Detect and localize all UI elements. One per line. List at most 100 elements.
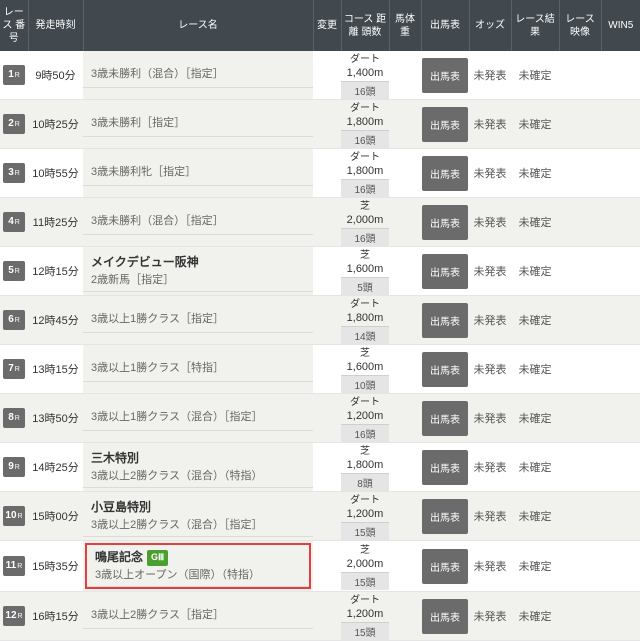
race-no-cell: 12R (0, 592, 28, 641)
header-result: レース結果 (511, 0, 559, 51)
course-cell: 芝2,000m16頭 (341, 198, 389, 247)
entry-list-button[interactable]: 出馬表 (422, 352, 468, 387)
video-cell (559, 345, 601, 394)
race-conditions: 2歳新馬［指定］ (83, 272, 313, 293)
race-no-badge: 4R (3, 212, 25, 232)
weight-cell (389, 394, 421, 443)
video-cell (559, 198, 601, 247)
odds-cell: 未発表 (469, 100, 511, 149)
course-surface: ダート (341, 296, 389, 312)
entry-list-button[interactable]: 出馬表 (422, 549, 468, 584)
course-distance: 2,000m (341, 214, 389, 228)
win5-cell (601, 247, 640, 296)
race-name-cell[interactable]: 3歳以上1勝クラス［特指］ (83, 345, 313, 394)
grade-badge: GⅢ (147, 550, 168, 566)
entry-cell: 出馬表 (421, 443, 469, 492)
course-distance: 1,800m (341, 116, 389, 130)
video-cell (559, 100, 601, 149)
entry-list-button[interactable]: 出馬表 (422, 401, 468, 436)
entry-list-button[interactable]: 出馬表 (422, 599, 468, 634)
course-surface: ダート (341, 100, 389, 116)
race-name-cell[interactable]: 3歳未勝利［指定］ (83, 100, 313, 149)
entry-list-button[interactable]: 出馬表 (422, 254, 468, 289)
course-surface: 芝 (341, 443, 389, 459)
race-name-cell[interactable]: 3歳以上2勝クラス［指定］ (83, 592, 313, 641)
win5-cell (601, 100, 640, 149)
win5-cell (601, 492, 640, 541)
course-surface: ダート (341, 394, 389, 410)
header-race-name: レース名 (83, 0, 313, 51)
race-name-cell[interactable]: 3歳未勝利（混合）［指定］ (83, 198, 313, 247)
table-header: レース 番号 発走時刻 レース名 変更 コース 距離 頭数 馬体重 出馬表 オッ… (0, 0, 640, 51)
entry-list-button[interactable]: 出馬表 (422, 107, 468, 142)
weight-cell (389, 51, 421, 100)
race-conditions: 3歳以上1勝クラス（混合）［指定］ (83, 405, 313, 431)
entry-list-button[interactable]: 出馬表 (422, 205, 468, 240)
race-name-cell[interactable]: 3歳未勝利牝［指定］ (83, 149, 313, 198)
header-change: 変更 (313, 0, 341, 51)
course-distance: 1,800m (341, 165, 389, 179)
odds-cell: 未発表 (469, 149, 511, 198)
start-time: 15時00分 (28, 492, 83, 541)
entry-cell: 出馬表 (421, 247, 469, 296)
video-cell (559, 394, 601, 443)
entry-cell: 出馬表 (421, 149, 469, 198)
entry-list-button[interactable]: 出馬表 (422, 499, 468, 534)
result-cell: 未確定 (511, 394, 559, 443)
course-heads: 16頭 (341, 81, 389, 99)
weight-cell (389, 149, 421, 198)
change-cell (313, 149, 341, 198)
start-time: 14時25分 (28, 443, 83, 492)
race-no-cell: 3R (0, 149, 28, 198)
entry-cell: 出馬表 (421, 394, 469, 443)
change-cell (313, 247, 341, 296)
win5-cell (601, 198, 640, 247)
odds-cell: 未発表 (469, 51, 511, 100)
race-no-cell: 11R (0, 541, 28, 592)
table-row: 3R10時55分3歳未勝利牝［指定］ダート1,800m16頭出馬表未発表未確定 (0, 149, 640, 198)
odds-cell: 未発表 (469, 592, 511, 641)
race-name-cell[interactable]: 3歳以上1勝クラス（混合）［指定］ (83, 394, 313, 443)
course-distance: 1,600m (341, 361, 389, 375)
course-distance: 1,400m (341, 67, 389, 81)
race-no-badge: 3R (3, 163, 25, 183)
weight-cell (389, 443, 421, 492)
race-name-cell[interactable]: 3歳未勝利（混合）［指定］ (83, 51, 313, 100)
race-list-table: レース 番号 発走時刻 レース名 変更 コース 距離 頭数 馬体重 出馬表 オッ… (0, 0, 640, 641)
course-heads: 14頭 (341, 326, 389, 344)
entry-cell: 出馬表 (421, 345, 469, 394)
win5-cell (601, 592, 640, 641)
race-name-cell[interactable]: メイクデビュー阪神2歳新馬［指定］ (83, 247, 313, 296)
result-cell: 未確定 (511, 345, 559, 394)
race-name-cell[interactable]: 3歳以上1勝クラス［指定］ (83, 296, 313, 345)
race-name-cell[interactable]: 小豆島特別3歳以上2勝クラス（混合）［指定］ (83, 492, 313, 541)
race-conditions: 3歳以上1勝クラス［指定］ (83, 307, 313, 333)
race-title: 鳴尾記念 (95, 548, 143, 566)
start-time: 12時45分 (28, 296, 83, 345)
video-cell (559, 492, 601, 541)
race-title-line: 鳴尾記念GⅢ (87, 545, 309, 567)
race-no-cell: 7R (0, 345, 28, 394)
race-name-cell[interactable]: 鳴尾記念GⅢ3歳以上オープン（国際）（特指） (83, 541, 313, 592)
race-conditions: 3歳未勝利（混合）［指定］ (83, 62, 313, 88)
race-conditions: 3歳以上1勝クラス［特指］ (83, 356, 313, 382)
odds-cell: 未発表 (469, 345, 511, 394)
win5-cell (601, 345, 640, 394)
odds-cell: 未発表 (469, 394, 511, 443)
entry-list-button[interactable]: 出馬表 (422, 58, 468, 93)
race-conditions: 3歳未勝利牝［指定］ (83, 160, 313, 186)
course-heads: 16頭 (341, 424, 389, 442)
table-row: 5R12時15分メイクデビュー阪神2歳新馬［指定］芝1,600m5頭出馬表未発表… (0, 247, 640, 296)
entry-list-button[interactable]: 出馬表 (422, 156, 468, 191)
course-distance: 1,600m (341, 263, 389, 277)
header-win5: WIN5 (601, 0, 640, 51)
entry-list-button[interactable]: 出馬表 (422, 450, 468, 485)
weight-cell (389, 492, 421, 541)
odds-cell: 未発表 (469, 247, 511, 296)
race-name-cell[interactable]: 三木特別3歳以上2勝クラス（混合）（特指） (83, 443, 313, 492)
change-cell (313, 541, 341, 592)
result-cell: 未確定 (511, 198, 559, 247)
entry-list-button[interactable]: 出馬表 (422, 303, 468, 338)
course-distance: 2,000m (341, 558, 389, 572)
race-no-badge: 1R (3, 65, 25, 85)
